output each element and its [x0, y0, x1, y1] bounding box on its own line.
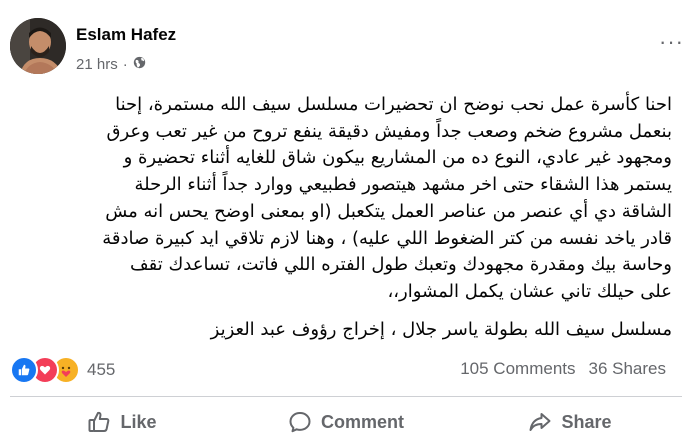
- avatar[interactable]: [10, 18, 66, 74]
- divider: [10, 396, 682, 397]
- post-text-line: الشاقة دي أي عنصر من عناصر العمل يتكعبل …: [105, 200, 672, 222]
- post-header: Eslam Hafez 21 hrs · ···: [10, 18, 690, 78]
- like-reaction-icon: [10, 356, 38, 384]
- like-label: Like: [120, 411, 157, 432]
- profile-photo: [10, 18, 66, 74]
- post-stats: 455 105 Comments 36 Shares: [10, 356, 688, 384]
- post-text-line: يستمر هذا الشقاء حتى اخر مشهد هيتصور فطب…: [134, 174, 672, 196]
- globe-icon: [133, 56, 146, 73]
- share-label: Share: [561, 411, 612, 432]
- post-meta: 21 hrs ·: [76, 56, 146, 73]
- share-icon: [528, 410, 552, 434]
- reaction-count: 455: [87, 360, 116, 379]
- comments-count[interactable]: 105 Comments: [460, 359, 575, 379]
- shares-count[interactable]: 36 Shares: [589, 359, 667, 379]
- post-text-line: على حيلك تاني عشان يكمل المشوار،،: [387, 280, 672, 302]
- post-time[interactable]: 21 hrs: [76, 56, 118, 73]
- post-text-line: وحاسة بيك ومقدرة مجهودك وتعبك طول الفتره…: [129, 254, 672, 276]
- meta-separator: ·: [122, 56, 128, 73]
- comment-button[interactable]: Comment: [234, 402, 458, 442]
- post-credit: مسلسل سيف الله بطولة ياسر جلال ، إخراج ر…: [210, 319, 672, 340]
- action-bar: Like Comment Share: [10, 402, 682, 442]
- engagement-counts: 105 Comments 36 Shares: [460, 359, 666, 379]
- like-button[interactable]: Like: [10, 402, 234, 442]
- thumbs-up-icon: [87, 410, 111, 434]
- post-text-line: احنا كأسرة عمل نحب نوضح ان تحضيرات مسلسل…: [115, 94, 672, 115]
- post-text-line: ومجهود غير عادي، النوع ده من المشاريع بي…: [123, 147, 672, 169]
- post-text-line: قادر ياخد نفسه من كتر الضغوط اللي عليه) …: [102, 227, 672, 249]
- reaction-summary[interactable]: 455: [10, 356, 115, 384]
- post-body: احنا كأسرة عمل نحب نوضح ان تحضيرات مسلسل…: [32, 92, 672, 306]
- author-name[interactable]: Eslam Hafez: [76, 25, 176, 45]
- post-text-line: بنعمل مشروع ضخم وصعب جداً ومفيش دقيقة ين…: [106, 120, 672, 142]
- comment-label: Comment: [320, 411, 404, 432]
- more-options-icon[interactable]: ···: [659, 31, 684, 53]
- comment-icon: [288, 410, 312, 434]
- share-button[interactable]: Share: [458, 402, 682, 442]
